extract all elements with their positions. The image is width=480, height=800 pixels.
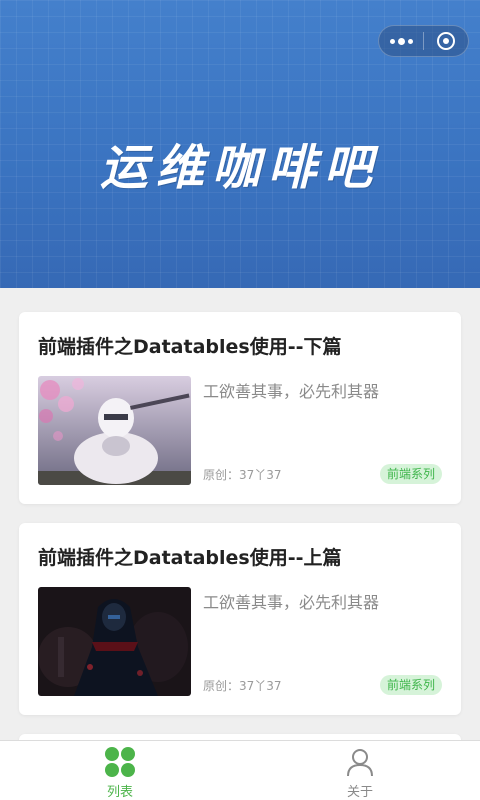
post-description: 工欲善其事，必先利其器 <box>203 593 380 612</box>
more-button[interactable] <box>379 26 423 56</box>
miniprogram-capsule <box>378 25 469 57</box>
close-target-icon <box>437 32 455 50</box>
more-dots-icon <box>389 37 413 45</box>
post-tag-badge[interactable]: 前端系列 <box>379 464 442 484</box>
tab-bar: 列表 关于 <box>0 740 480 800</box>
post-title[interactable]: 前端插件之Datatables使用--下篇 <box>38 332 341 359</box>
dark-warrior-image-icon <box>38 587 191 696</box>
post-tag-badge[interactable]: 前端系列 <box>379 675 442 695</box>
post-author: 原创：37丫37 <box>203 468 282 482</box>
close-button[interactable] <box>424 26 468 56</box>
person-icon <box>344 746 376 778</box>
list-icon <box>104 746 136 778</box>
post-card[interactable]: 前端插件之Datatables使用--下篇 工欲善其事，必先利其器 原创：37丫… <box>19 312 461 504</box>
tab-about[interactable]: 关于 <box>240 741 480 800</box>
tab-about-label: 关于 <box>346 785 373 800</box>
post-title[interactable]: 前端插件之Datatables使用--上篇 <box>38 543 341 570</box>
post-thumbnail[interactable] <box>38 376 191 485</box>
warrior-image-icon <box>38 376 191 485</box>
post-description: 工欲善其事，必先利其器 <box>203 382 380 401</box>
post-author: 原创：37丫37 <box>203 679 282 693</box>
tab-list-label: 列表 <box>106 785 133 800</box>
page-title: 运维咖啡吧 <box>99 140 380 196</box>
header-banner: 运维咖啡吧 <box>0 0 480 288</box>
tab-list[interactable]: 列表 <box>0 741 240 800</box>
post-thumbnail[interactable] <box>38 587 191 696</box>
post-card[interactable]: 前端插件之Datatables使用--上篇 工欲善其事，必先利其器 原创：37丫… <box>19 523 461 715</box>
